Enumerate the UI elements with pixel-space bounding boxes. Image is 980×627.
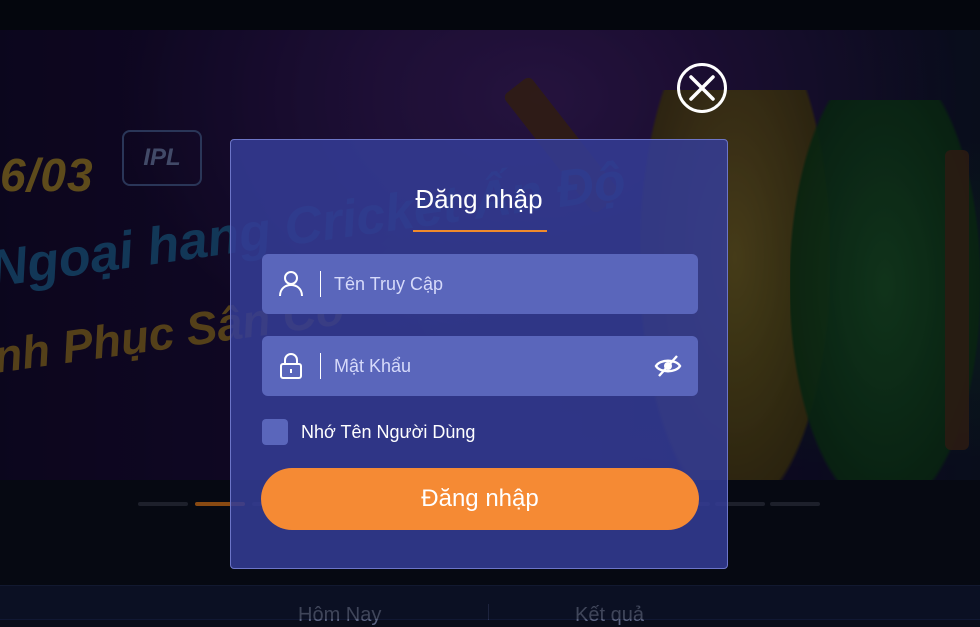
remember-checkbox[interactable] bbox=[262, 419, 288, 445]
title-underline bbox=[413, 230, 547, 232]
login-submit-button[interactable]: Đăng nhập bbox=[261, 468, 699, 530]
lock-icon bbox=[278, 352, 304, 380]
close-icon bbox=[689, 75, 715, 101]
eye-slash-icon[interactable] bbox=[654, 353, 682, 379]
user-icon bbox=[278, 270, 304, 298]
username-input[interactable] bbox=[334, 254, 634, 314]
field-divider bbox=[320, 271, 321, 297]
login-modal: Đăng nhập Tên Truy Cập Nhớ Tên Người Dùn… bbox=[230, 139, 728, 569]
close-button[interactable] bbox=[677, 63, 727, 113]
username-field[interactable] bbox=[262, 254, 698, 314]
remember-label[interactable]: Nhớ Tên Người Dùng bbox=[301, 422, 475, 443]
login-title: Đăng nhập bbox=[415, 184, 543, 214]
password-field[interactable] bbox=[262, 336, 698, 396]
field-divider bbox=[320, 353, 321, 379]
password-input[interactable] bbox=[334, 336, 634, 396]
